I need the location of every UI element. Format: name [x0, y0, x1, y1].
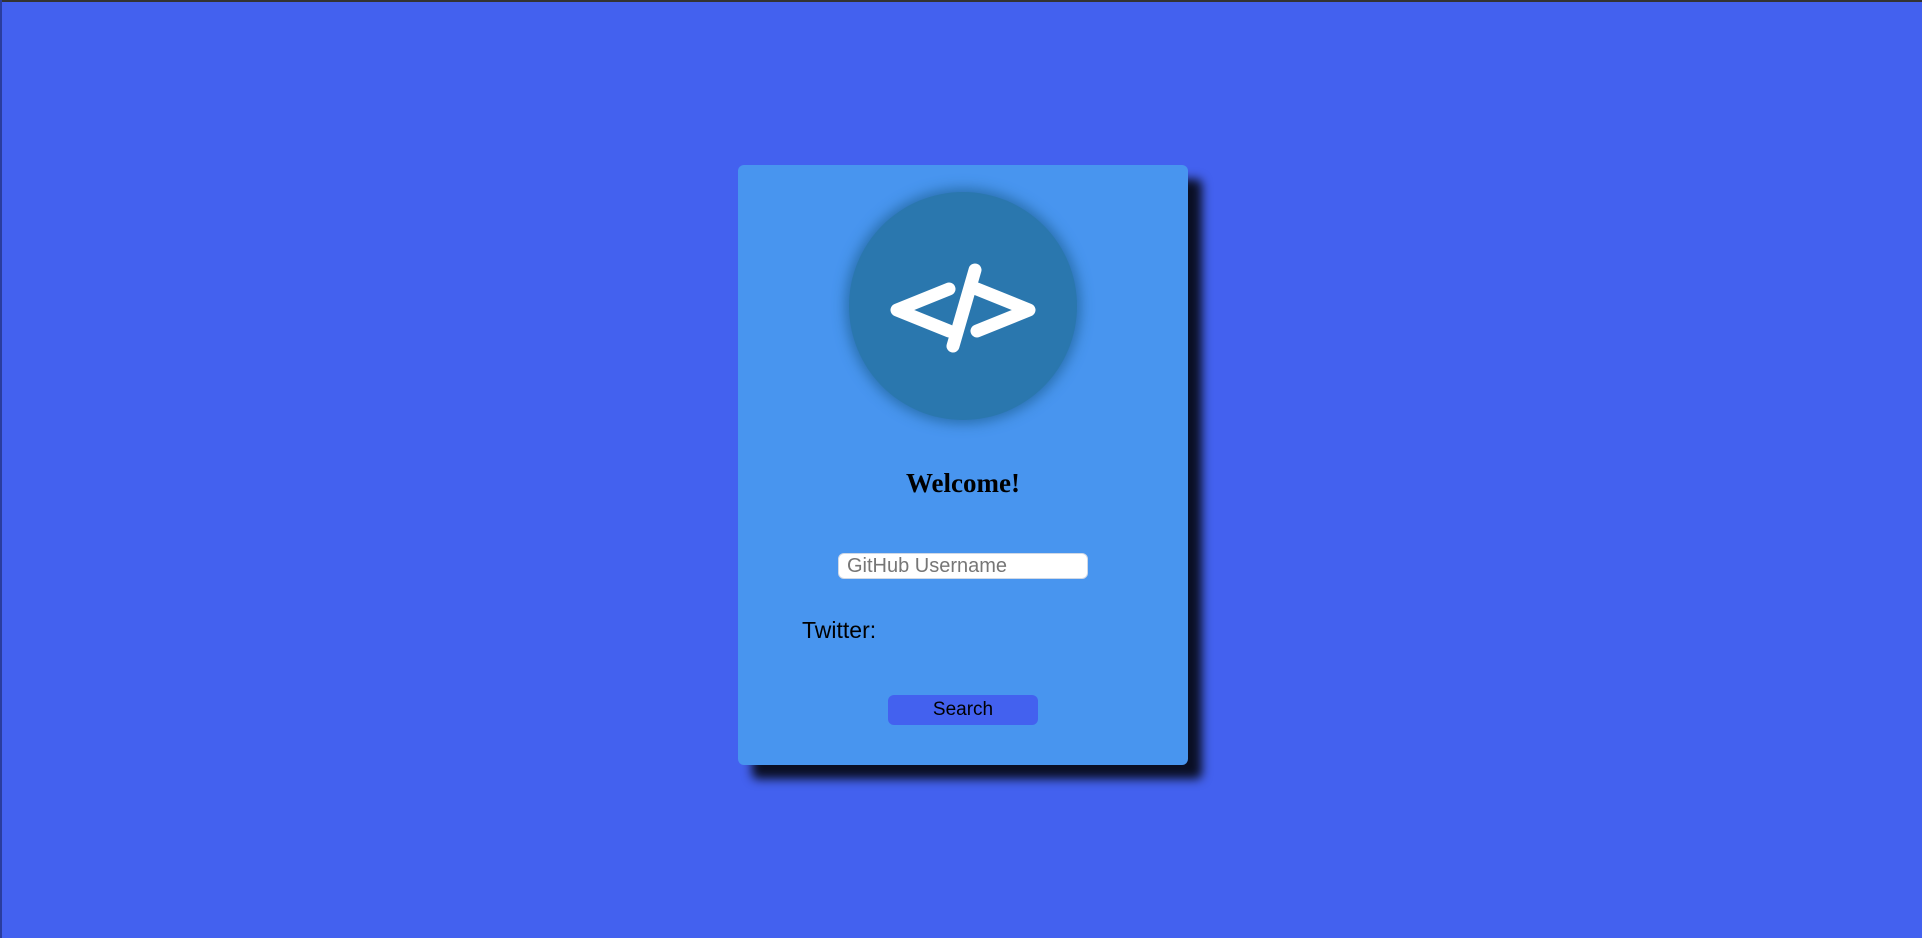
search-button[interactable]: Search	[888, 695, 1038, 725]
logo	[849, 192, 1077, 420]
code-brackets-icon	[890, 263, 1036, 353]
window-left-border	[0, 0, 2, 938]
github-username-input[interactable]	[838, 553, 1088, 579]
welcome-heading: Welcome!	[906, 468, 1020, 498]
twitter-label: Twitter:	[802, 617, 877, 643]
window-top-border	[0, 0, 1922, 2]
profile-search-card: Welcome! Twitter: Search	[738, 165, 1188, 765]
